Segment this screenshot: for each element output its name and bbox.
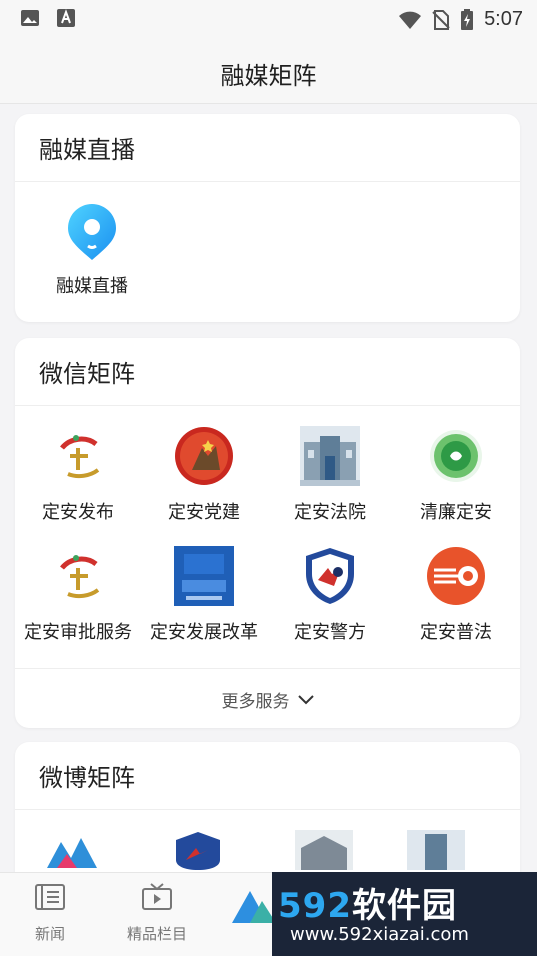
wechat-item-legal-education[interactable]: 定安普法	[393, 546, 519, 644]
weibo-grid	[15, 830, 520, 870]
clean-government-logo	[430, 430, 482, 482]
live-location-pin-icon	[68, 204, 116, 260]
video-column-icon	[142, 883, 172, 910]
wechat-item-label: 定安警方	[294, 622, 366, 643]
wechat-item-police[interactable]: 定安警方	[267, 546, 393, 644]
weibo-logo-3[interactable]	[295, 830, 353, 870]
wechat-item-label: 定安党建	[168, 502, 240, 523]
page-title: 融媒矩阵	[220, 62, 317, 90]
wechat-item-approval-service[interactable]: 定安审批服务	[15, 546, 141, 644]
more-services-button[interactable]: 更多服务	[15, 668, 520, 730]
text-notification-icon	[57, 9, 75, 27]
wechat-item-party-building[interactable]: 定安党建	[141, 426, 267, 524]
approval-service-logo	[48, 546, 108, 606]
wechat-item-label: 定安发展改革	[150, 622, 258, 643]
dingan-release-logo	[48, 426, 108, 486]
tab-news-label: 新闻	[34, 925, 65, 943]
wechat-item-label: 定安审批服务	[24, 622, 132, 643]
image-notification-icon	[21, 10, 39, 26]
news-icon	[35, 884, 65, 910]
no-sim-icon	[432, 9, 450, 30]
live-stream-item[interactable]: 融媒直播	[37, 202, 147, 298]
development-reform-logo	[174, 546, 234, 606]
wechat-item-clean-government[interactable]: 清廉定安	[393, 426, 519, 524]
tab-news[interactable]: 新闻	[0, 883, 100, 944]
wechat-item-dingan-release[interactable]: 定安发布	[15, 426, 141, 524]
legal-education-logo	[427, 547, 485, 605]
weibo-section-title: 微博矩阵	[15, 742, 520, 810]
more-services-label: 更多服务	[221, 692, 290, 712]
watermark-url: www.592xiazai.com	[290, 924, 469, 945]
live-card: 融媒直播 融媒直播	[15, 114, 520, 322]
top-bar: 融媒矩阵	[0, 38, 537, 104]
wechat-item-label: 定安普法	[420, 622, 492, 643]
court-building-logo	[300, 426, 360, 486]
matrix-center-icon[interactable]	[232, 889, 276, 925]
wechat-item-label: 清廉定安	[420, 502, 492, 523]
wechat-item-label: 定安发布	[42, 502, 114, 523]
status-bar: 5:07	[0, 0, 537, 38]
weibo-logo-1[interactable]	[43, 830, 101, 870]
wechat-item-development-reform[interactable]: 定安发展改革	[141, 546, 267, 644]
watermark-brand: 592软件园	[278, 886, 457, 926]
police-logo	[306, 548, 354, 604]
clock: 5:07	[484, 8, 523, 30]
live-stream-label: 融媒直播	[56, 276, 128, 297]
watermark-logo: 592软件园 www.592xiazai.com	[272, 872, 537, 956]
weibo-logo-2[interactable]	[169, 830, 227, 870]
wechat-section-title: 微信矩阵	[15, 338, 520, 406]
wechat-item-court[interactable]: 定安法院	[267, 426, 393, 524]
wifi-icon	[399, 11, 422, 29]
chevron-down-icon	[297, 694, 314, 704]
weibo-logo-4[interactable]	[407, 830, 465, 870]
tab-featured-columns-label: 精品栏目	[126, 925, 187, 943]
party-building-logo	[175, 427, 233, 485]
live-section-title: 融媒直播	[15, 114, 520, 182]
battery-charging-icon	[461, 8, 474, 30]
tab-featured-columns[interactable]: 精品栏目	[107, 883, 207, 944]
wechat-card: 微信矩阵 定安发布 定安党建 定安法院 清廉定安 定安审批服务 定安发展改革 定…	[15, 338, 520, 728]
wechat-item-label: 定安法院	[294, 502, 366, 523]
